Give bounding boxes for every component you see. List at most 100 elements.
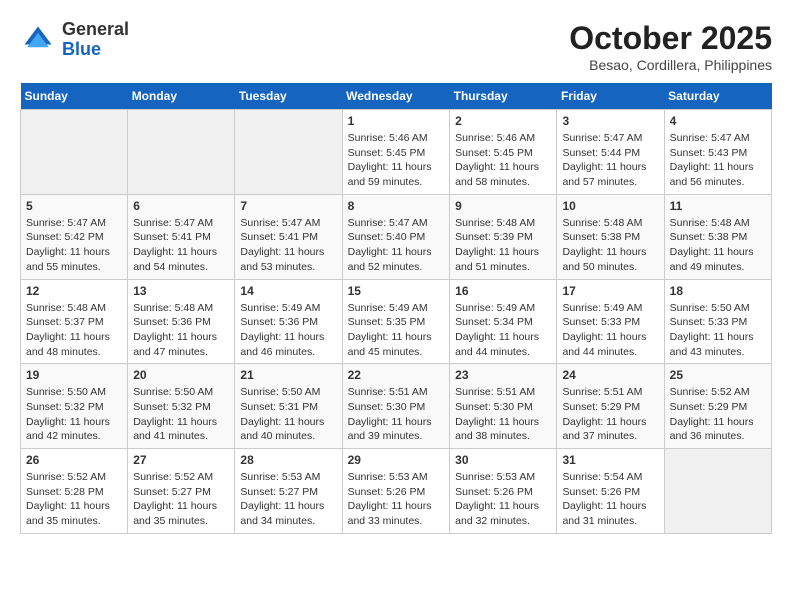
calendar-cell: 22 Sunrise: 5:51 AM Sunset: 5:30 PM Dayli… — [342, 364, 450, 449]
calendar-cell: 3 Sunrise: 5:47 AM Sunset: 5:44 PM Daylig… — [557, 110, 664, 195]
column-header-wednesday: Wednesday — [342, 83, 450, 110]
calendar-cell — [664, 449, 771, 534]
calendar-cell: 15 Sunrise: 5:49 AM Sunset: 5:35 PM Dayli… — [342, 279, 450, 364]
calendar-cell: 20 Sunrise: 5:50 AM Sunset: 5:32 PM Dayli… — [128, 364, 235, 449]
day-number: 11 — [670, 199, 766, 213]
column-header-monday: Monday — [128, 83, 235, 110]
day-info: Sunrise: 5:48 AM Sunset: 5:39 PM Dayligh… — [455, 216, 551, 275]
day-number: 9 — [455, 199, 551, 213]
day-info: Sunrise: 5:47 AM Sunset: 5:41 PM Dayligh… — [240, 216, 336, 275]
calendar-cell — [128, 110, 235, 195]
calendar-cell: 18 Sunrise: 5:50 AM Sunset: 5:33 PM Dayli… — [664, 279, 771, 364]
day-info: Sunrise: 5:48 AM Sunset: 5:36 PM Dayligh… — [133, 301, 229, 360]
week-row-2: 5Sunrise: 5:47 AM Sunset: 5:42 PM Daylig… — [21, 194, 772, 279]
day-number: 23 — [455, 368, 551, 382]
calendar-cell: 4Sunrise: 5:47 AM Sunset: 5:43 PM Daylig… — [664, 110, 771, 195]
calendar-cell — [235, 110, 342, 195]
calendar-table: SundayMondayTuesdayWednesdayThursdayFrid… — [20, 83, 772, 534]
day-info: Sunrise: 5:49 AM Sunset: 5:36 PM Dayligh… — [240, 301, 336, 360]
calendar-cell: 12Sunrise: 5:48 AM Sunset: 5:37 PM Dayli… — [21, 279, 128, 364]
day-number: 6 — [133, 199, 229, 213]
day-number: 20 — [133, 368, 229, 382]
logo-blue: Blue — [62, 39, 101, 59]
calendar-cell: 24Sunrise: 5:51 AM Sunset: 5:29 PM Dayli… — [557, 364, 664, 449]
day-number: 22 — [348, 368, 445, 382]
day-number: 30 — [455, 453, 551, 467]
week-row-4: 19 Sunrise: 5:50 AM Sunset: 5:32 PM Dayli… — [21, 364, 772, 449]
day-info: Sunrise: 5:48 AM Sunset: 5:38 PM Dayligh… — [562, 216, 658, 275]
day-number: 28 — [240, 453, 336, 467]
calendar-cell: 11 Sunrise: 5:48 AM Sunset: 5:38 PM Dayli… — [664, 194, 771, 279]
calendar-cell: 10 Sunrise: 5:48 AM Sunset: 5:38 PM Dayli… — [557, 194, 664, 279]
day-number: 16 — [455, 284, 551, 298]
day-info: Sunrise: 5:46 AM Sunset: 5:45 PM Dayligh… — [455, 131, 551, 190]
location: Besao, Cordillera, Philippines — [569, 57, 772, 73]
day-number: 14 — [240, 284, 336, 298]
month-title: October 2025 — [569, 20, 772, 57]
day-info: Sunrise: 5:52 AM Sunset: 5:28 PM Dayligh… — [26, 470, 122, 529]
days-header-row: SundayMondayTuesdayWednesdayThursdayFrid… — [21, 83, 772, 110]
day-number: 2 — [455, 114, 551, 128]
week-row-5: 26 Sunrise: 5:52 AM Sunset: 5:28 PM Dayli… — [21, 449, 772, 534]
day-number: 21 — [240, 368, 336, 382]
day-info: Sunrise: 5:48 AM Sunset: 5:37 PM Dayligh… — [26, 301, 122, 360]
day-number: 8 — [348, 199, 445, 213]
column-header-tuesday: Tuesday — [235, 83, 342, 110]
calendar-cell: 31Sunrise: 5:54 AM Sunset: 5:26 PM Dayli… — [557, 449, 664, 534]
day-info: Sunrise: 5:52 AM Sunset: 5:29 PM Dayligh… — [670, 385, 766, 444]
day-info: Sunrise: 5:51 AM Sunset: 5:30 PM Dayligh… — [348, 385, 445, 444]
calendar-cell: 6 Sunrise: 5:47 AM Sunset: 5:41 PM Daylig… — [128, 194, 235, 279]
day-number: 31 — [562, 453, 658, 467]
calendar-cell: 1Sunrise: 5:46 AM Sunset: 5:45 PM Daylig… — [342, 110, 450, 195]
calendar-cell: 16 Sunrise: 5:49 AM Sunset: 5:34 PM Dayli… — [450, 279, 557, 364]
day-info: Sunrise: 5:47 AM Sunset: 5:41 PM Dayligh… — [133, 216, 229, 275]
calendar-cell — [21, 110, 128, 195]
day-info: Sunrise: 5:49 AM Sunset: 5:34 PM Dayligh… — [455, 301, 551, 360]
logo-text: General Blue — [62, 20, 129, 60]
day-number: 4 — [670, 114, 766, 128]
day-number: 18 — [670, 284, 766, 298]
calendar-cell: 23 Sunrise: 5:51 AM Sunset: 5:30 PM Dayli… — [450, 364, 557, 449]
day-info: Sunrise: 5:51 AM Sunset: 5:30 PM Dayligh… — [455, 385, 551, 444]
day-info: Sunrise: 5:47 AM Sunset: 5:44 PM Dayligh… — [562, 131, 658, 190]
day-info: Sunrise: 5:49 AM Sunset: 5:33 PM Dayligh… — [562, 301, 658, 360]
day-number: 25 — [670, 368, 766, 382]
day-number: 27 — [133, 453, 229, 467]
column-header-thursday: Thursday — [450, 83, 557, 110]
day-info: Sunrise: 5:53 AM Sunset: 5:27 PM Dayligh… — [240, 470, 336, 529]
title-block: October 2025 Besao, Cordillera, Philippi… — [569, 20, 772, 73]
day-number: 15 — [348, 284, 445, 298]
calendar-cell: 9 Sunrise: 5:48 AM Sunset: 5:39 PM Daylig… — [450, 194, 557, 279]
day-info: Sunrise: 5:53 AM Sunset: 5:26 PM Dayligh… — [455, 470, 551, 529]
day-info: Sunrise: 5:50 AM Sunset: 5:32 PM Dayligh… — [133, 385, 229, 444]
day-info: Sunrise: 5:47 AM Sunset: 5:40 PM Dayligh… — [348, 216, 445, 275]
day-info: Sunrise: 5:51 AM Sunset: 5:29 PM Dayligh… — [562, 385, 658, 444]
week-row-3: 12Sunrise: 5:48 AM Sunset: 5:37 PM Dayli… — [21, 279, 772, 364]
day-number: 10 — [562, 199, 658, 213]
day-number: 19 — [26, 368, 122, 382]
day-number: 26 — [26, 453, 122, 467]
logo-icon — [20, 22, 56, 58]
day-info: Sunrise: 5:50 AM Sunset: 5:33 PM Dayligh… — [670, 301, 766, 360]
week-row-1: 1Sunrise: 5:46 AM Sunset: 5:45 PM Daylig… — [21, 110, 772, 195]
calendar-cell: 29Sunrise: 5:53 AM Sunset: 5:26 PM Dayli… — [342, 449, 450, 534]
calendar-cell: 25 Sunrise: 5:52 AM Sunset: 5:29 PM Dayli… — [664, 364, 771, 449]
day-number: 13 — [133, 284, 229, 298]
day-info: Sunrise: 5:46 AM Sunset: 5:45 PM Dayligh… — [348, 131, 445, 190]
day-number: 29 — [348, 453, 445, 467]
day-number: 3 — [562, 114, 658, 128]
day-info: Sunrise: 5:49 AM Sunset: 5:35 PM Dayligh… — [348, 301, 445, 360]
day-number: 7 — [240, 199, 336, 213]
day-info: Sunrise: 5:47 AM Sunset: 5:42 PM Dayligh… — [26, 216, 122, 275]
calendar-cell: 8 Sunrise: 5:47 AM Sunset: 5:40 PM Daylig… — [342, 194, 450, 279]
day-info: Sunrise: 5:50 AM Sunset: 5:32 PM Dayligh… — [26, 385, 122, 444]
calendar-cell: 26 Sunrise: 5:52 AM Sunset: 5:28 PM Dayli… — [21, 449, 128, 534]
day-number: 17 — [562, 284, 658, 298]
day-info: Sunrise: 5:52 AM Sunset: 5:27 PM Dayligh… — [133, 470, 229, 529]
calendar-cell: 14 Sunrise: 5:49 AM Sunset: 5:36 PM Dayli… — [235, 279, 342, 364]
column-header-friday: Friday — [557, 83, 664, 110]
calendar-cell: 28 Sunrise: 5:53 AM Sunset: 5:27 PM Dayli… — [235, 449, 342, 534]
calendar-cell: 17 Sunrise: 5:49 AM Sunset: 5:33 PM Dayli… — [557, 279, 664, 364]
day-info: Sunrise: 5:50 AM Sunset: 5:31 PM Dayligh… — [240, 385, 336, 444]
day-info: Sunrise: 5:48 AM Sunset: 5:38 PM Dayligh… — [670, 216, 766, 275]
